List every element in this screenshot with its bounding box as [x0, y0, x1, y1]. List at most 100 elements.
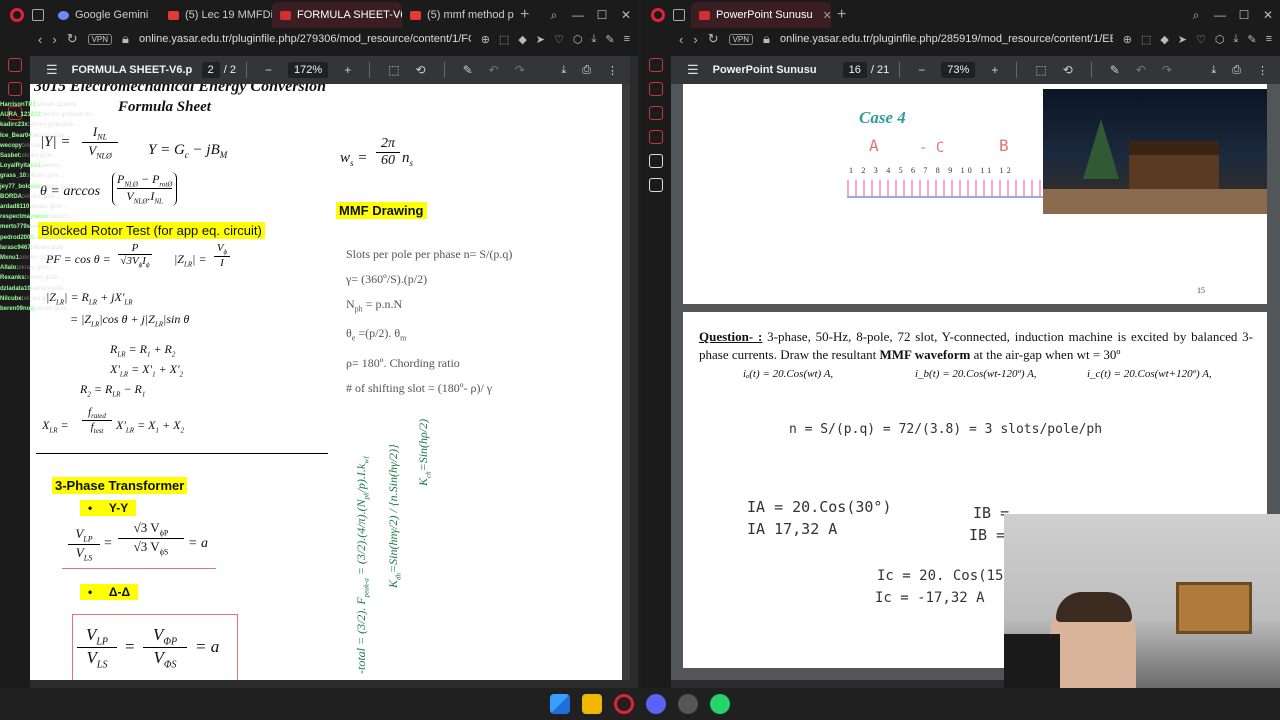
forward-icon[interactable]: › [693, 32, 697, 47]
url-field[interactable]: online.yasar.edu.tr/pluginfile.php/27930… [139, 33, 471, 45]
new-tab-icon[interactable]: + [520, 6, 529, 24]
snapshot-icon[interactable]: ⬚ [1141, 33, 1151, 46]
zoom-input[interactable]: 73% [941, 62, 976, 78]
print-icon[interactable]: ⎙ [582, 64, 591, 77]
undo-icon[interactable]: ↶ [489, 63, 499, 77]
sidebar-bookmark-icon[interactable] [649, 82, 663, 96]
redo-icon[interactable]: ↷ [1162, 63, 1172, 77]
download-pdf-icon[interactable]: ⤓ [561, 64, 566, 77]
sidebar-x-icon[interactable] [649, 178, 663, 192]
left-scrollbar[interactable] [622, 84, 630, 680]
r2-line: R2 = RLR − R1 [80, 382, 146, 399]
zoom-input[interactable]: 172% [288, 62, 329, 78]
sidebar-music-icon[interactable] [649, 106, 663, 120]
back-icon[interactable]: ‹ [679, 32, 683, 47]
edit-icon[interactable]: ✎ [1247, 33, 1256, 46]
zoom-icon[interactable]: ⊕ [1123, 33, 1132, 46]
opera-logo-icon[interactable] [651, 8, 665, 22]
sidebar-bookmark-icon[interactable] [8, 82, 22, 96]
rotate-icon[interactable]: ⟲ [416, 63, 426, 77]
rotate-icon[interactable]: ⟲ [1063, 63, 1073, 77]
discord-icon[interactable] [646, 694, 666, 714]
page-number-input[interactable]: 2 [201, 62, 220, 78]
pdf-menu-icon[interactable]: ☰ [46, 62, 58, 78]
tab-lec19[interactable]: (5) Lec 19 MMFDistrib [160, 2, 272, 28]
chat-text: ekranı ... [42, 163, 67, 170]
workspace-icon[interactable] [32, 9, 44, 21]
tab-powerpoint[interactable]: PowerPoint Sunusu ✕ [691, 2, 831, 28]
print-icon[interactable]: ⎙ [1232, 64, 1241, 77]
send-icon[interactable]: ➤ [536, 33, 545, 46]
download-pdf-icon[interactable]: ⤓ [1211, 64, 1216, 77]
obs-icon[interactable] [678, 694, 698, 714]
zoom-icon[interactable]: ⊕ [481, 33, 490, 46]
tab-google-gemini[interactable]: Google Gemini [50, 2, 160, 28]
back-icon[interactable]: ‹ [38, 32, 42, 47]
sidebar-home-icon[interactable] [8, 58, 22, 72]
chat-text: ekranı gizle ... [21, 255, 59, 262]
extensions-icon[interactable]: ⬡ [1215, 33, 1225, 46]
minimize-icon[interactable]: — [572, 8, 584, 23]
sidebar-twitch-icon[interactable] [649, 154, 663, 168]
chat-username: larasc9467: [0, 244, 33, 251]
zoom-in-icon[interactable]: + [344, 63, 351, 77]
sidebar-home-icon[interactable] [649, 58, 663, 72]
download-icon[interactable]: ⤓ [591, 33, 596, 46]
search-tabs-icon[interactable]: ⌕ [1190, 8, 1202, 23]
workspace-icon[interactable] [673, 9, 685, 21]
sidebar-messenger-icon[interactable] [649, 130, 663, 144]
more-options-icon[interactable]: ⋮ [1257, 64, 1268, 77]
hw-ia1: IA = 20.Cos(30°) [747, 498, 892, 516]
rho-line: ρ= 180º. Chording ratio [346, 355, 460, 370]
reload-icon[interactable]: ↻ [67, 31, 78, 47]
annotate-icon[interactable]: ✎ [463, 63, 473, 77]
maximize-icon[interactable]: ☐ [1238, 8, 1250, 23]
forward-icon[interactable]: › [52, 32, 56, 47]
reload-icon[interactable]: ↻ [708, 31, 719, 47]
zoom-out-icon[interactable]: − [918, 63, 925, 77]
hw-ic2: Ic = -17,32 A [875, 590, 985, 606]
maximize-icon[interactable]: ☐ [596, 8, 608, 23]
vpn-badge[interactable]: VPN [87, 33, 113, 45]
heart-icon[interactable]: ♡ [1196, 33, 1206, 46]
more-options-icon[interactable]: ⋮ [607, 64, 618, 77]
minimize-icon[interactable]: — [1214, 8, 1226, 23]
heart-icon[interactable]: ♡ [554, 33, 564, 46]
whatsapp-icon[interactable] [710, 694, 730, 714]
pdf-menu-icon[interactable]: ☰ [687, 62, 699, 78]
vpn-badge[interactable]: VPN [728, 33, 754, 45]
menu-icon[interactable]: ≡ [624, 33, 630, 46]
right-address-bar: ‹ › ↻ VPN 🔒︎ online.yasar.edu.tr/pluginf… [641, 30, 1280, 48]
url-field[interactable]: online.yasar.edu.tr/pluginfile.php/28591… [780, 33, 1113, 45]
send-icon[interactable]: ➤ [1178, 33, 1187, 46]
file-explorer-icon[interactable] [582, 694, 602, 714]
edit-icon[interactable]: ✎ [605, 33, 614, 46]
shield-icon[interactable]: ◆ [1160, 33, 1168, 46]
search-tabs-icon[interactable]: ⌕ [548, 8, 560, 23]
zoom-out-icon[interactable]: − [265, 63, 272, 77]
close-tab-icon[interactable]: ✕ [823, 9, 831, 22]
snapshot-icon[interactable]: ⬚ [499, 33, 509, 46]
tab-mmf-method[interactable]: (5) mmf method phas [402, 2, 514, 28]
fit-page-icon[interactable]: ⬚ [388, 63, 399, 77]
left-pdf-viewer[interactable]: 3015 Electromechanical Energy Conversion… [30, 84, 630, 680]
chat-text: ekranı gizle ... [28, 173, 66, 180]
opera-taskbar-icon[interactable] [614, 694, 634, 714]
undo-icon[interactable]: ↶ [1136, 63, 1146, 77]
new-tab-icon[interactable]: + [837, 6, 846, 24]
redo-icon[interactable]: ↷ [515, 63, 525, 77]
chat-message: kadirc23x:ekranı gizlesene ... [0, 120, 110, 130]
annotate-icon[interactable]: ✎ [1110, 63, 1120, 77]
shield-icon[interactable]: ◆ [518, 33, 526, 46]
close-window-icon[interactable]: ✕ [620, 8, 632, 23]
zoom-in-icon[interactable]: + [991, 63, 998, 77]
start-menu-icon[interactable] [550, 694, 570, 714]
download-icon[interactable]: ⤓ [1233, 33, 1238, 46]
fit-page-icon[interactable]: ⬚ [1035, 63, 1046, 77]
extensions-icon[interactable]: ⬡ [573, 33, 583, 46]
close-window-icon[interactable]: ✕ [1262, 8, 1274, 23]
opera-logo-icon[interactable] [10, 8, 24, 22]
tab-formula-sheet[interactable]: FORMULA SHEET-V6.pdf ✕ [272, 2, 402, 28]
page-number-input[interactable]: 16 [842, 62, 867, 78]
menu-icon[interactable]: ≡ [1266, 33, 1272, 46]
